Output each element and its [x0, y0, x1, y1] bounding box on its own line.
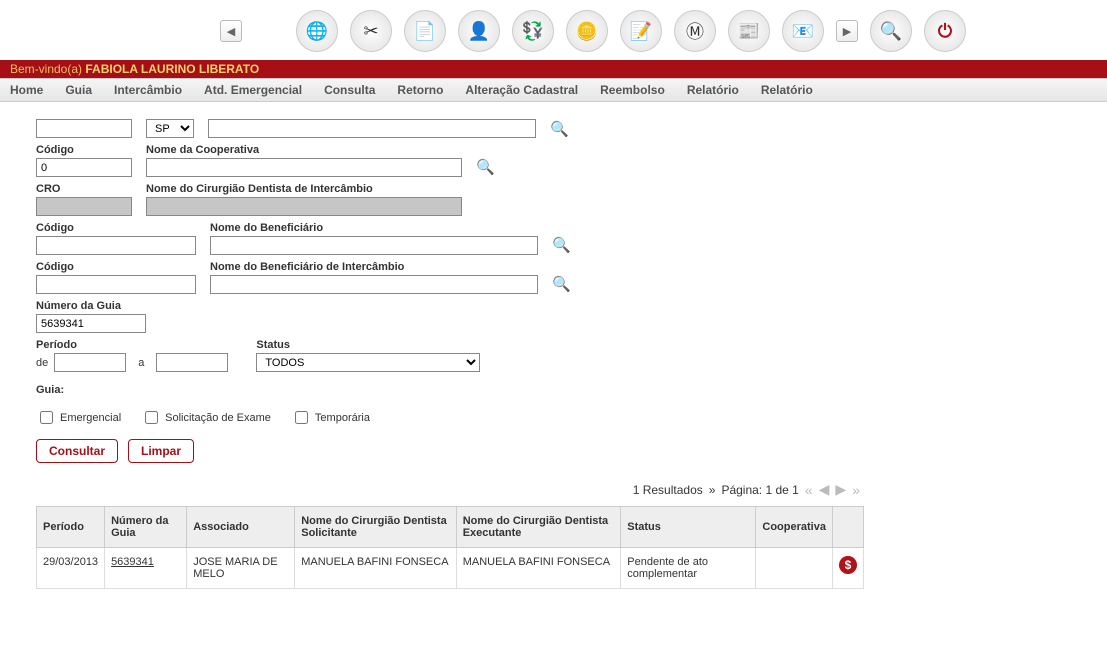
- m-icon[interactable]: Ⓜ: [674, 10, 716, 52]
- globe-icon[interactable]: 🌐: [296, 10, 338, 52]
- welcome-username: FABIOLA LAURINO LIBERATO: [85, 62, 259, 76]
- numero-guia-link[interactable]: 5639341: [111, 556, 154, 568]
- menu-bar: Home Guia Intercâmbio Atd. Emergencial Consu…: [0, 78, 1107, 102]
- col-header: Cooperativa: [756, 507, 833, 548]
- nav-fwd[interactable]: ▶: [836, 20, 858, 42]
- col-header: Nome do Cirurgião Dentista Solicitante: [295, 507, 456, 548]
- cro-label: CRO: [36, 183, 132, 195]
- search-icon[interactable]: 🔍: [552, 263, 570, 293]
- de-label: de: [36, 357, 48, 369]
- edit-icon[interactable]: 📝: [620, 10, 662, 52]
- codigo3-label: Código: [36, 261, 196, 273]
- menu-item-reembolso[interactable]: Reembolso: [600, 83, 665, 97]
- cell: [756, 548, 833, 589]
- uf-select[interactable]: SP: [146, 119, 194, 138]
- pager-next-icon[interactable]: ▶: [835, 481, 846, 498]
- col-header: Período: [37, 507, 105, 548]
- power-icon[interactable]: ⏻: [924, 10, 966, 52]
- periodo-de-input[interactable]: [54, 353, 126, 372]
- status-label: Status: [256, 339, 480, 351]
- chk-temporaria[interactable]: Temporária: [291, 408, 370, 427]
- consultar-button[interactable]: Consultar: [36, 439, 118, 463]
- col-header: Nome do Cirurgião Dentista Executante: [456, 507, 621, 548]
- cd-inter-label: Nome do Cirurgião Dentista de Intercâmbi…: [146, 183, 462, 195]
- blank-field-1[interactable]: [36, 119, 132, 138]
- cell: JOSE MARIA DE MELO: [187, 548, 295, 589]
- news-icon[interactable]: 📰: [728, 10, 770, 52]
- limpar-button[interactable]: Limpar: [128, 439, 194, 463]
- search-top-icon[interactable]: 🔍: [870, 10, 912, 52]
- cell: 29/03/2013: [37, 548, 105, 589]
- menu-item-retorno[interactable]: Retorno: [397, 83, 443, 97]
- periodo-a-input[interactable]: [156, 353, 228, 372]
- guia-label: Guia:: [36, 384, 64, 396]
- codigo2-input[interactable]: [36, 236, 196, 255]
- codigo1-input[interactable]: [36, 158, 132, 177]
- search-icon[interactable]: 🔍: [552, 224, 570, 254]
- col-header: Status: [621, 507, 756, 548]
- top-toolbar: ◀ 🌐 ✂ 📄 👤 💱 🪙 📝 Ⓜ 📰 📧 ▶ 🔍 ⏻: [0, 0, 1107, 60]
- welcome-bar: Bem-vindo(a) FABIOLA LAURINO LIBERATO: [0, 60, 1107, 78]
- codigo2-label: Código: [36, 222, 196, 234]
- chk-emergencial[interactable]: Emergencial: [36, 408, 121, 427]
- pager-prev-icon[interactable]: ◀: [819, 481, 830, 498]
- menu-item-altera-o-cadastral[interactable]: Alteração Cadastral: [465, 83, 578, 97]
- menu-item-consulta[interactable]: Consulta: [324, 83, 375, 97]
- cell: MANUELA BAFINI FONSECA: [295, 548, 456, 589]
- blank-field-2[interactable]: [208, 119, 536, 138]
- menu-item-atd-emergencial[interactable]: Atd. Emergencial: [204, 83, 302, 97]
- cd-inter-input: [146, 197, 462, 216]
- col-header: Número da Guia: [105, 507, 187, 548]
- money-action-icon[interactable]: $: [839, 556, 857, 574]
- menu-item-relat-rio[interactable]: Relatório: [761, 83, 813, 97]
- coop-label: Nome da Cooperativa: [146, 144, 462, 156]
- pager: 1 Resultados » Página: 1 de 1 « ◀ ▶ »: [36, 481, 864, 498]
- codigo3-input[interactable]: [36, 275, 196, 294]
- col-header: Associado: [187, 507, 295, 548]
- codigo1-label: Código: [36, 144, 132, 156]
- mail-icon[interactable]: 📧: [782, 10, 824, 52]
- welcome-prefix: Bem-vindo(a): [10, 62, 82, 76]
- menu-item-home[interactable]: Home: [10, 83, 43, 97]
- pager-sep: »: [709, 483, 716, 497]
- table-row: 29/03/20135639341JOSE MARIA DE MELOMANUE…: [37, 548, 864, 589]
- numguia-label: Número da Guia: [36, 300, 146, 312]
- benef-label: Nome do Beneficiário: [210, 222, 538, 234]
- main-content: SP 🔍 Código Nome da Cooperativa 🔍 CRO No…: [0, 102, 900, 609]
- menu-item-relat-rio[interactable]: Relatório: [687, 83, 739, 97]
- cell: Pendente de ato complementar: [621, 548, 756, 589]
- menu-item-interc-mbio[interactable]: Intercâmbio: [114, 83, 182, 97]
- benef-inter-input[interactable]: [210, 275, 538, 294]
- coins-icon[interactable]: 🪙: [566, 10, 608, 52]
- status-select[interactable]: TODOS: [256, 353, 480, 372]
- money-icon[interactable]: 💱: [512, 10, 554, 52]
- benef-input[interactable]: [210, 236, 538, 255]
- benef-inter-label: Nome do Beneficiário de Intercâmbio: [210, 261, 538, 273]
- chk-solicitacao[interactable]: Solicitação de Exame: [141, 408, 271, 427]
- results-table: PeríodoNúmero da GuiaAssociadoNome do Ci…: [36, 506, 864, 589]
- coop-input[interactable]: [146, 158, 462, 177]
- cro-input: [36, 197, 132, 216]
- pager-last-icon[interactable]: »: [852, 482, 860, 498]
- cell: MANUELA BAFINI FONSECA: [456, 548, 621, 589]
- numguia-input[interactable]: [36, 314, 146, 333]
- tools-icon[interactable]: ✂: [350, 10, 392, 52]
- menu-item-guia[interactable]: Guia: [65, 83, 92, 97]
- person-icon[interactable]: 👤: [458, 10, 500, 52]
- doc-icon[interactable]: 📄: [404, 10, 446, 52]
- a-label: a: [138, 357, 144, 369]
- pager-first-icon[interactable]: «: [805, 482, 813, 498]
- search-icon[interactable]: 🔍: [476, 146, 494, 176]
- nav-back[interactable]: ◀: [220, 20, 242, 42]
- col-header: [832, 507, 863, 548]
- periodo-label: Período: [36, 339, 228, 351]
- pager-page: Página: 1 de 1: [721, 483, 798, 497]
- pager-results: 1 Resultados: [633, 483, 703, 497]
- search-icon[interactable]: 🔍: [550, 108, 568, 138]
